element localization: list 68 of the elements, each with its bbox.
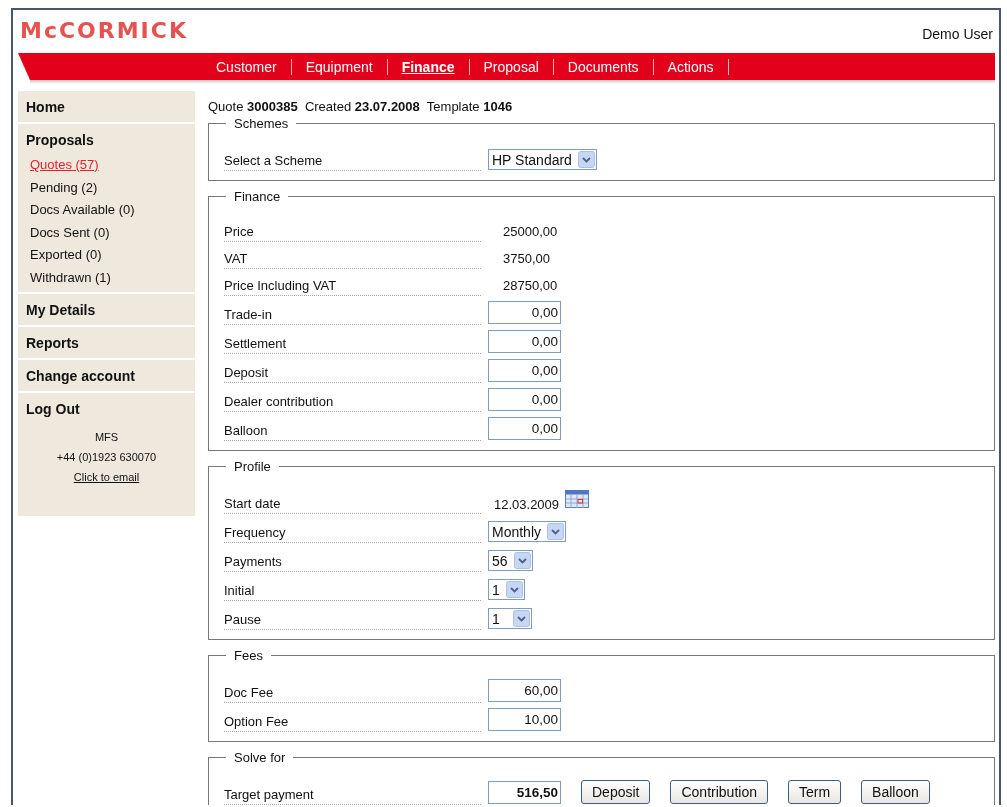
- dropdown[interactable]: 56: [488, 550, 533, 571]
- contact-name: MFS: [94, 431, 119, 443]
- section-title: Solve for: [233, 750, 287, 765]
- section-title: Profile: [233, 459, 272, 474]
- logo: McCORMICK: [20, 17, 188, 45]
- field-label: Deposit: [224, 365, 481, 383]
- field-label: Option Fee: [224, 714, 481, 732]
- sidebar-heading[interactable]: Change account: [26, 366, 187, 386]
- field-label: Balloon: [224, 423, 481, 441]
- field-label: Start date: [224, 496, 481, 514]
- field-value: 25000,00: [502, 224, 558, 241]
- field-label: VAT: [224, 251, 481, 269]
- input-field[interactable]: 60,00: [488, 679, 561, 702]
- nav-tab[interactable]: Proposal: [469, 58, 554, 75]
- nav-tab[interactable]: Finance: [387, 58, 470, 75]
- input-field[interactable]: 0,00: [488, 301, 561, 324]
- solve-button[interactable]: Deposit: [581, 780, 651, 804]
- input-field[interactable]: 10,00: [488, 708, 561, 731]
- sidebar-heading[interactable]: Proposals: [26, 130, 187, 150]
- field-label: Price Including VAT: [224, 278, 481, 296]
- field-label: Target payment: [224, 787, 481, 805]
- field-label: Doc Fee: [224, 685, 481, 703]
- sidebar-heading[interactable]: Log Out: [26, 399, 187, 419]
- field-label: Dealer contribution: [224, 394, 481, 412]
- user-name: Demo User: [922, 26, 993, 42]
- date-value: 12.03.2009: [494, 497, 560, 514]
- solve-button[interactable]: Contribution: [670, 780, 768, 804]
- sidebar-heading[interactable]: My Details: [26, 300, 187, 320]
- dropdown[interactable]: HP Standard: [488, 149, 597, 170]
- field-label: Select a Scheme: [224, 153, 481, 171]
- input-field[interactable]: 0,00: [488, 417, 561, 440]
- input-field[interactable]: 0,00: [488, 359, 561, 382]
- sidebar-item[interactable]: Withdrawn (1): [30, 266, 111, 289]
- dropdown[interactable]: 1: [488, 579, 525, 600]
- field-label: Price: [224, 224, 481, 242]
- sidebar-item[interactable]: Quotes (57): [30, 154, 99, 177]
- field-label: Frequency: [224, 525, 481, 543]
- input-field[interactable]: 516,50: [488, 781, 561, 804]
- email-link[interactable]: Click to email: [73, 471, 140, 483]
- field-label: Pause: [224, 612, 481, 630]
- section-title: Finance: [233, 189, 282, 204]
- input-field[interactable]: 0,00: [488, 388, 561, 411]
- sidebar-item[interactable]: Docs Available (0): [30, 199, 135, 222]
- contact-phone: +44 (0)1923 630070: [56, 451, 157, 463]
- field-label: Settlement: [224, 336, 481, 354]
- dropdown[interactable]: Monthly: [488, 521, 567, 542]
- nav-tab[interactable]: Actions: [653, 58, 729, 75]
- sidebar-item[interactable]: Pending (2): [30, 176, 98, 199]
- nav-tab[interactable]: Documents: [553, 58, 654, 75]
- calendar-icon[interactable]: [565, 490, 590, 508]
- field-label: Initial: [224, 583, 481, 601]
- dropdown[interactable]: 1: [488, 608, 532, 629]
- sidebar-item[interactable]: Exported (0): [30, 244, 102, 267]
- sidebar-heading[interactable]: Reports: [26, 333, 187, 353]
- section-title: Fees: [233, 648, 264, 663]
- input-field[interactable]: 0,00: [488, 330, 561, 353]
- field-label: Payments: [224, 554, 481, 572]
- nav-tab[interactable]: Equipment: [291, 58, 388, 75]
- nav-tab[interactable]: Customer: [202, 58, 292, 75]
- quote-info: Quote 3000385 Created 23.07.2008 Template 1046: [208, 99, 514, 114]
- sidebar-heading[interactable]: Home: [26, 97, 187, 117]
- sidebar-item[interactable]: Docs Sent (0): [30, 221, 110, 244]
- field-value: 3750,00: [502, 251, 550, 268]
- section-title: Schemes: [233, 116, 290, 131]
- solve-button[interactable]: Term: [787, 780, 842, 804]
- field-label: Trade-in: [224, 307, 481, 325]
- field-value: 28750,00: [502, 278, 558, 295]
- solve-button[interactable]: Balloon: [861, 780, 930, 804]
